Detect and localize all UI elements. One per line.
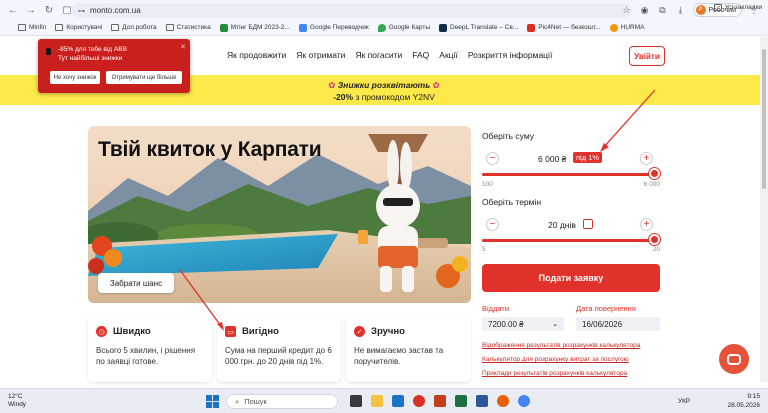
chrome-icon[interactable] bbox=[518, 395, 530, 407]
chat-icon bbox=[727, 353, 741, 365]
firefox-icon[interactable] bbox=[497, 395, 509, 407]
clock-time: 9:15 bbox=[747, 393, 760, 400]
taskbar: 12°C Windy ⌕ Пошук УКР 9:15 28.05.2026 bbox=[0, 388, 768, 413]
task-view-icon[interactable] bbox=[350, 395, 362, 407]
windows-start-icon[interactable] bbox=[206, 395, 219, 408]
taskbar-search-placeholder: Пошук bbox=[244, 397, 267, 406]
taskbar-search[interactable]: ⌕ Пошук bbox=[226, 394, 338, 409]
page-scrollbar[interactable] bbox=[760, 37, 768, 382]
weather-temp: 12°C bbox=[8, 393, 23, 400]
opera-icon[interactable] bbox=[413, 395, 425, 407]
arrow-to-profitable-card bbox=[179, 269, 222, 327]
arrow-to-rate-badge bbox=[602, 89, 656, 149]
language-indicator[interactable]: УКР bbox=[678, 398, 690, 405]
excel-icon[interactable] bbox=[455, 395, 467, 407]
system-clock[interactable]: 9:15 28.05.2026 bbox=[727, 392, 760, 410]
word-icon[interactable] bbox=[476, 395, 488, 407]
powerpoint-icon[interactable] bbox=[434, 395, 446, 407]
edge-icon[interactable] bbox=[392, 395, 404, 407]
file-explorer-icon[interactable] bbox=[371, 395, 383, 407]
annotation-arrows bbox=[179, 89, 656, 331]
taskbar-apps bbox=[350, 395, 530, 407]
scrollbar-thumb[interactable] bbox=[762, 49, 766, 189]
arrow-head bbox=[217, 322, 224, 331]
weather-condition: Windy bbox=[8, 401, 27, 408]
search-icon: ⌕ bbox=[235, 396, 240, 406]
weather-widget[interactable]: 12°C Windy bbox=[8, 393, 26, 409]
arrow-head bbox=[600, 143, 609, 152]
chat-button[interactable] bbox=[719, 344, 749, 374]
clock-date: 28.05.2026 bbox=[727, 402, 760, 409]
